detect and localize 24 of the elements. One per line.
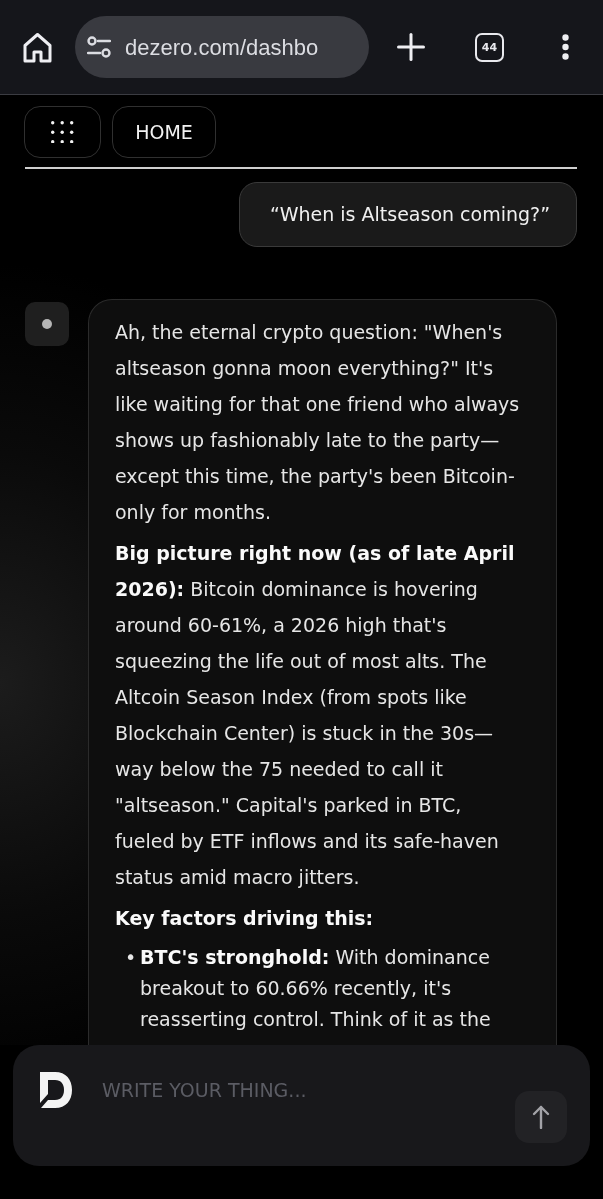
home-icon [22,31,53,63]
menu-button[interactable] [562,34,569,60]
response-heading: Key factors driving this: [115,906,375,931]
response-paragraph: Ah, the eternal crypto question: "When's altseason gonna moon everything?" It's like waiting for that one friend who always shows up fashionably late to the party—except this time, the party's been Bitcoin-only for months. [115,320,520,525]
bullet-text: BTC's stronghold: With dominance breakout to 60.66% recently, it's reasserting control. Think of it as the [140,945,492,1032]
apps-button[interactable] [24,106,101,158]
plus-icon [397,33,425,61]
site-settings-icon [87,36,111,58]
bullet-marker: • [125,945,138,970]
more-icon [562,34,569,60]
user-message: “When is Altseason coming?” [238,182,577,247]
url-text: dezero.com/dashbo [125,33,319,62]
assistant-avatar-icon [25,302,69,346]
response-paragraph: Big picture right now (as of late April 2026): Bitcoin dominance is hovering around 60-61%, a 2026 high that's squeezing the life out of most alts. The Altcoin Season Index (from spots like Blockchain Center) is stuck in the 30s—way below the 75 needed to call it "altseason." Capital's parked in BTC, fueled by ETF inflows and its safe-haven status amid macro jitters. [115,541,516,890]
address-bar[interactable]: dezero.com/dashbo [75,16,369,78]
grid-icon [51,120,74,144]
home-nav-button[interactable]: HOME [112,106,216,158]
tab-count-button[interactable]: 44 [475,32,504,62]
new-tab-button[interactable] [397,33,425,61]
send-button[interactable] [515,1091,567,1143]
logo-icon [40,1072,72,1108]
home-button[interactable] [22,31,53,63]
message-input[interactable]: WRITE YOUR THING... [102,1072,505,1108]
arrow-up-icon [532,1105,550,1129]
